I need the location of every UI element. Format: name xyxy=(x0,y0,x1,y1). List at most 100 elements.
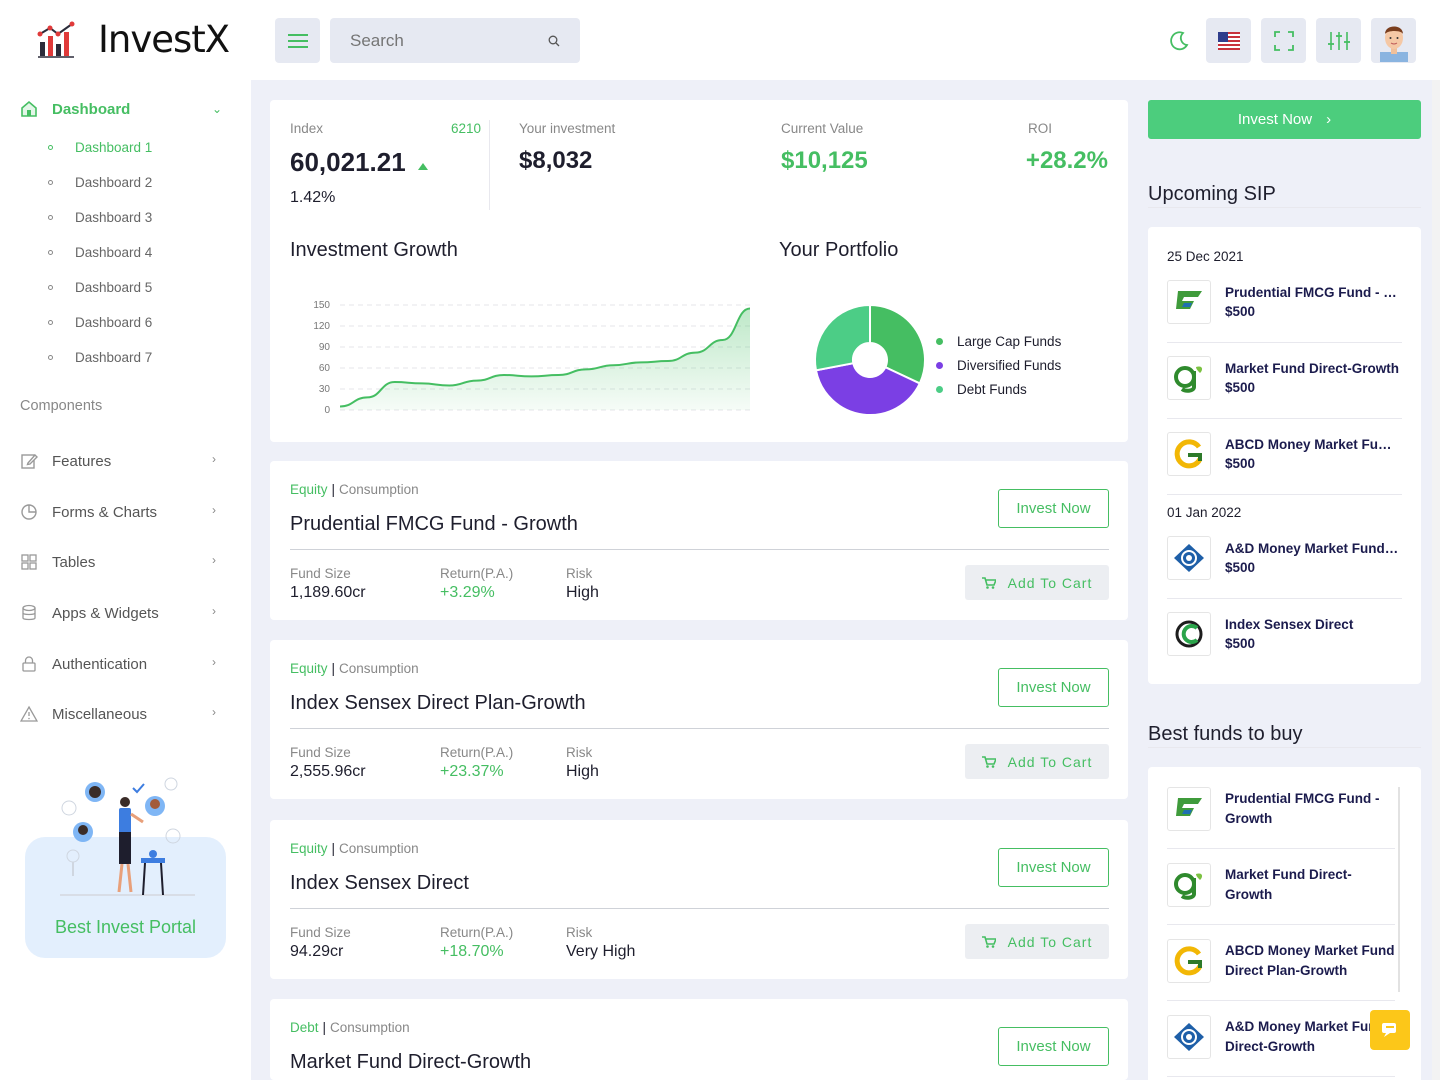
sip-list-item[interactable]: Index Sensex Direct $500 xyxy=(1167,612,1399,656)
language-button[interactable] xyxy=(1206,18,1251,63)
fund-name[interactable]: Index Sensex Direct Plan-Growth xyxy=(290,692,586,715)
current-value: $10,125 xyxy=(781,147,868,174)
sidebar-item-features[interactable]: Features xyxy=(20,452,111,470)
fund-category[interactable]: Consumption xyxy=(339,482,419,497)
sip-list-item[interactable]: Market Fund Direct-Growth $500 xyxy=(1167,356,1399,400)
invest-now-button[interactable]: Invest Now xyxy=(998,1027,1109,1066)
user-avatar[interactable] xyxy=(1371,18,1416,63)
chevron-down-icon: ⌄ xyxy=(212,102,223,116)
overview-card: Index 6210 60,021.21 1.42% Your investme… xyxy=(270,100,1128,442)
fund-size-label: Fund Size xyxy=(290,745,351,760)
sidebar-item-apps-widgets[interactable]: Apps & Widgets xyxy=(20,604,159,622)
fund-logo xyxy=(1167,939,1211,983)
legend-item[interactable]: Debt Funds xyxy=(936,377,1061,401)
sidebar-section-label: Components xyxy=(20,398,103,414)
invest-now-label: Invest Now xyxy=(1016,1038,1091,1055)
sidebar-sub-dashboard-4[interactable]: Dashboard 4 xyxy=(48,245,152,260)
fund-type[interactable]: Equity xyxy=(290,841,328,856)
legend-item[interactable]: Large Cap Funds xyxy=(936,329,1061,353)
index-count: 6210 xyxy=(451,121,482,136)
legend-item[interactable]: Diversified Funds xyxy=(936,353,1061,377)
invest-now-button[interactable]: Invest Now xyxy=(998,848,1109,887)
caret-up-icon xyxy=(418,163,428,170)
best-fund-item[interactable]: Market Fund Direct- Growth xyxy=(1167,863,1395,907)
y-tick-label: 0 xyxy=(324,405,330,416)
best-fund-info: Prudential FMCG Fund - Growth xyxy=(1225,789,1380,829)
legend-label: Diversified Funds xyxy=(957,357,1062,373)
fund-return-label: Return(P.A.) xyxy=(440,745,514,760)
fund-type[interactable]: Debt xyxy=(290,1020,319,1035)
fund-type[interactable]: Equity xyxy=(290,482,328,497)
menu-toggle-button[interactable] xyxy=(275,18,320,63)
sidebar-item-authentication[interactable]: Authentication xyxy=(20,655,147,673)
settings-button[interactable] xyxy=(1316,18,1361,63)
donut-slice[interactable] xyxy=(814,303,871,372)
bar-chart-logo-icon xyxy=(37,21,75,58)
best-fund-info: ABCD Money Market Fund Direct Plan-Growth xyxy=(1225,941,1395,981)
sidebar: InvestX Dashboard ⌄ Dashboard 1 Dashboar… xyxy=(0,0,251,1080)
best-fund-item[interactable]: Prudential FMCG Fund - Growth xyxy=(1167,787,1395,831)
sidebar-sub-dashboard-1[interactable]: Dashboard 1 xyxy=(48,140,152,155)
section-divider xyxy=(1148,207,1421,208)
sidebar-sub-label: Dashboard 2 xyxy=(75,175,153,190)
search-box[interactable] xyxy=(330,18,580,63)
fund-category[interactable]: Consumption xyxy=(339,661,419,676)
fund-type[interactable]: Equity xyxy=(290,661,328,676)
search-input[interactable] xyxy=(350,30,530,51)
sidebar-sub-label: Dashboard 5 xyxy=(75,280,153,295)
legend-dot xyxy=(936,337,943,345)
add-to-cart-button[interactable]: Add To Cart xyxy=(965,924,1109,959)
dark-mode-toggle[interactable] xyxy=(1156,18,1201,63)
invest-now-button[interactable]: Invest Now xyxy=(998,668,1109,707)
cart-icon xyxy=(981,576,996,589)
grid-icon xyxy=(21,554,37,570)
y-tick-label: 120 xyxy=(313,321,330,332)
best-fund-item[interactable]: A&D Money Market Fund Direct-Growth xyxy=(1167,1015,1395,1059)
section-divider xyxy=(1148,747,1421,748)
sidebar-item-dashboard[interactable]: Dashboard xyxy=(20,100,130,118)
fund-category[interactable]: Consumption xyxy=(339,841,419,856)
search-icon[interactable] xyxy=(548,35,560,47)
sip-date: 25 Dec 2021 xyxy=(1167,249,1244,264)
sip-list-item[interactable]: Prudential FMCG Fund - Growth $500 xyxy=(1167,280,1399,324)
sidebar-sub-dashboard-6[interactable]: Dashboard 6 xyxy=(48,315,152,330)
sidebar-sub-dashboard-2[interactable]: Dashboard 2 xyxy=(48,175,152,190)
add-to-cart-button[interactable]: Add To Cart xyxy=(965,744,1109,779)
sidebar-item-forms-charts[interactable]: Forms & Charts xyxy=(20,503,157,521)
legend-dot xyxy=(936,361,943,369)
best-fund-item[interactable]: ABCD Money Market Fund Direct Plan-Growth xyxy=(1167,939,1395,983)
add-to-cart-label: Add To Cart xyxy=(1007,933,1093,950)
scrollbar[interactable] xyxy=(1398,787,1400,992)
fund-category[interactable]: Consumption xyxy=(330,1020,410,1035)
fund-name[interactable]: Prudential FMCG Fund - Growth xyxy=(290,513,578,536)
fund-name[interactable]: Index Sensex Direct xyxy=(290,872,469,895)
app-logo[interactable]: InvestX xyxy=(36,18,230,61)
sidebar-sub-label: Dashboard 3 xyxy=(75,210,153,225)
fund-card: Equity | Consumption Index Sensex Direct Inv… xyxy=(270,820,1128,979)
invest-now-button[interactable]: Invest Now xyxy=(998,489,1109,528)
fund-divider xyxy=(290,549,1109,550)
bullet-icon xyxy=(48,145,53,150)
fund-tags: Equity | Consumption xyxy=(290,841,419,856)
abcd-logo-icon xyxy=(1174,946,1203,976)
add-to-cart-button[interactable]: Add To Cart xyxy=(965,565,1109,600)
fund-logo xyxy=(1167,612,1211,656)
sidebar-item-tables[interactable]: Tables xyxy=(20,553,95,571)
sip-list-item[interactable]: ABCD Money Market Fund Direct $500 xyxy=(1167,432,1399,476)
fund-card: Debt | Consumption Market Fund Direct-Growt… xyxy=(270,999,1128,1080)
market-logo-icon xyxy=(1174,366,1203,393)
invest-now-primary-button[interactable]: Invest Now › xyxy=(1148,100,1421,139)
page-scrollbar[interactable] xyxy=(1432,80,1440,1080)
sip-list-item[interactable]: A&D Money Market Fund Direct $500 xyxy=(1167,536,1399,580)
cart-icon xyxy=(981,935,996,948)
donut-slice[interactable] xyxy=(869,303,926,385)
sidebar-sub-dashboard-7[interactable]: Dashboard 7 xyxy=(48,350,152,365)
sidebar-sub-dashboard-5[interactable]: Dashboard 5 xyxy=(48,280,152,295)
sidebar-item-miscellaneous[interactable]: Miscellaneous xyxy=(20,705,147,723)
sidebar-sub-dashboard-3[interactable]: Dashboard 3 xyxy=(48,210,152,225)
list-divider xyxy=(1167,418,1402,419)
index-value: 60,021.21 xyxy=(290,147,406,177)
fund-name[interactable]: Market Fund Direct-Growth xyxy=(290,1051,531,1074)
fullscreen-button[interactable] xyxy=(1261,18,1306,63)
chat-button[interactable] xyxy=(1370,1010,1410,1050)
